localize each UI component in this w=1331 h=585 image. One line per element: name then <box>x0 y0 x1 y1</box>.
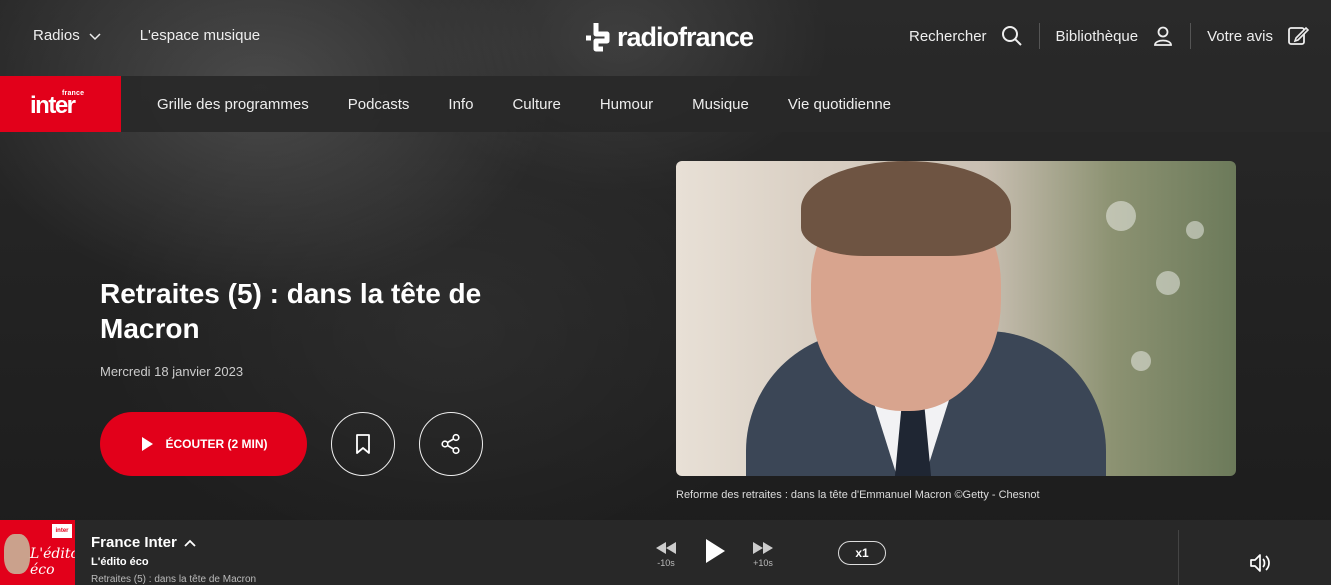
feedback-button[interactable]: Votre avis <box>1207 25 1309 47</box>
play-button[interactable] <box>704 538 726 564</box>
play-icon <box>706 539 725 563</box>
search-label: Rechercher <box>909 27 987 45</box>
rewind-label: -10s <box>657 558 675 568</box>
nav-item-culture[interactable]: Culture <box>512 96 560 113</box>
playback-speed-button[interactable]: x1 <box>838 541 886 565</box>
search-button[interactable]: Rechercher <box>909 25 1023 47</box>
user-icon <box>1154 26 1173 46</box>
thumbnail-portrait <box>4 534 30 574</box>
nav-item-info[interactable]: Info <box>448 96 473 113</box>
nav-item-vie-quotidienne[interactable]: Vie quotidienne <box>788 96 891 113</box>
rewind-button[interactable]: -10s <box>655 541 677 568</box>
france-inter-logo[interactable]: france inter <box>0 76 121 132</box>
rewind-icon <box>656 542 676 554</box>
player-station[interactable]: France Inter <box>91 534 256 551</box>
divider <box>1178 530 1179 585</box>
image-caption: Reforme des retraites : dans la tête d'E… <box>676 489 1040 501</box>
player-show: L'édito éco <box>91 556 149 568</box>
radios-dropdown[interactable]: Radios <box>33 27 102 44</box>
nav-item-musique[interactable]: Musique <box>692 96 749 113</box>
divider <box>1038 23 1040 49</box>
player-info: France Inter L'édito éco Retraites (5) :… <box>91 534 256 585</box>
bokeh-light <box>1131 351 1151 371</box>
thumbnail-tag: inter <box>52 524 72 538</box>
feedback-label: Votre avis <box>1207 27 1273 45</box>
top-bar: Radios L'espace musique radiofrance Rech… <box>0 0 1331 75</box>
chevron-up-icon <box>184 539 196 547</box>
bokeh-light <box>1186 221 1204 239</box>
listen-button[interactable]: ÉCOUTER (2 MIN) <box>100 412 307 476</box>
radios-label: Radios <box>33 27 80 44</box>
episode-title: Retraites (5) : dans la tête de Macron <box>100 278 482 344</box>
radiofrance-logo[interactable]: radiofrance <box>583 21 754 53</box>
nav-item-podcasts[interactable]: Podcasts <box>348 96 410 113</box>
library-label: Bibliothèque <box>1055 27 1139 45</box>
espace-musique-link[interactable]: L'espace musique <box>140 27 260 44</box>
station-name: France Inter <box>91 534 177 551</box>
bokeh-light <box>1156 271 1180 295</box>
edit-icon <box>1288 26 1309 45</box>
chevron-down-icon <box>89 32 101 40</box>
volume-button[interactable] <box>1249 553 1271 578</box>
volume-icon <box>1250 554 1270 572</box>
thumbnail-title: L'édito éco <box>30 546 75 578</box>
station-navbar: france inter Grille des programmes Podca… <box>0 76 1331 132</box>
bokeh-light <box>1106 201 1136 231</box>
main-nav: Grille des programmes Podcasts Info Cult… <box>157 76 930 132</box>
listen-label: ÉCOUTER (2 MIN) <box>165 437 268 451</box>
nav-item-humour[interactable]: Humour <box>600 96 653 113</box>
top-left-menu: Radios L'espace musique <box>33 27 260 44</box>
player-thumbnail[interactable]: inter L'édito éco <box>0 520 75 585</box>
top-right-menu: Rechercher Bibliothèque Votre avis <box>909 22 1309 50</box>
nav-item-grille[interactable]: Grille des programmes <box>157 96 309 113</box>
logo-text: radiofrance <box>617 21 754 52</box>
bookmark-button[interactable] <box>331 412 395 476</box>
divider <box>1190 23 1192 49</box>
forward-icon <box>753 542 773 554</box>
episode-image <box>676 161 1236 476</box>
forward-label: +10s <box>753 558 773 568</box>
espace-musique-label: L'espace musique <box>139 27 261 44</box>
photo-hair <box>801 161 1011 256</box>
search-icon <box>1001 26 1022 46</box>
audio-player: inter L'édito éco France Inter L'édito é… <box>0 520 1331 585</box>
bookmark-icon <box>356 434 370 454</box>
library-button[interactable]: Bibliothèque <box>1056 25 1175 47</box>
forward-button[interactable]: +10s <box>752 541 774 568</box>
play-icon <box>141 437 153 451</box>
episode-date: Mercredi 18 janvier 2023 <box>100 364 244 379</box>
player-episode: Retraites (5) : dans la tête de Macron <box>91 574 257 585</box>
share-button[interactable] <box>419 412 483 476</box>
radiofrance-logo-icon <box>586 23 610 52</box>
brand-big-text: inter <box>30 92 76 119</box>
share-icon <box>441 433 460 455</box>
